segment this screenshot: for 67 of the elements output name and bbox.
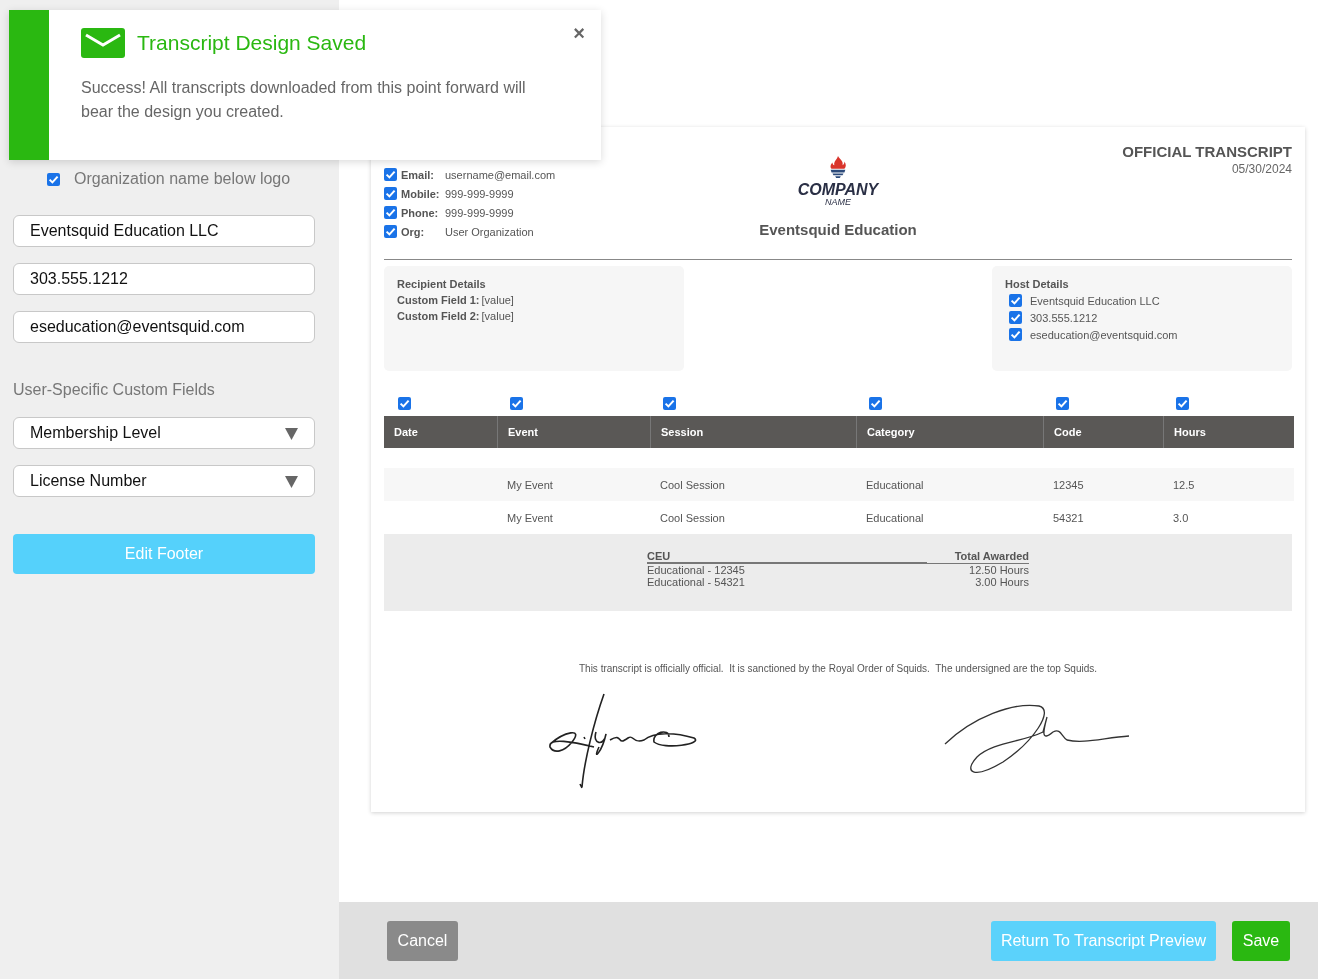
field-value: [value]: [481, 310, 514, 322]
field-label: Custom Field 1:: [397, 294, 480, 306]
checkbox[interactable]: [869, 397, 882, 410]
column-header: Category: [856, 416, 1043, 448]
checkbox[interactable]: [47, 172, 60, 186]
transcript-date: 05/30/2024: [1230, 162, 1292, 176]
table-cell: My Event: [497, 468, 650, 501]
organization-name: Eventsquid Education: [759, 221, 917, 238]
column-header: CEU: [647, 550, 927, 564]
field-label: Phone:: [401, 206, 440, 219]
caret-icon: [285, 474, 298, 488]
envelope-icon: [81, 28, 125, 58]
checkbox[interactable]: [1176, 397, 1189, 410]
column-header: Session: [650, 416, 856, 448]
checkbox[interactable]: [384, 187, 397, 200]
logo-subtext: NAME: [824, 198, 851, 207]
column-header: Date: [384, 416, 497, 448]
checkbox[interactable]: [384, 168, 397, 181]
column-header: Hours: [1163, 416, 1294, 448]
checkbox[interactable]: [1056, 397, 1069, 410]
caret-icon: [285, 426, 298, 440]
card-title: Recipient Details: [397, 278, 487, 290]
table-cell: 12345: [1043, 468, 1163, 501]
field-value: [value]: [481, 294, 514, 306]
checkbox[interactable]: [384, 225, 397, 238]
footer-text: This transcript is officially official. It is sanctioned by the Royal Order of Squids. The undersigned are the top Squids.: [577, 663, 1098, 674]
field-value: 999-999-9999: [445, 187, 514, 200]
checkbox[interactable]: [1009, 311, 1022, 324]
dropdown[interactable]: License Number: [13, 465, 315, 497]
toast-title: Transcript Design Saved: [137, 31, 367, 55]
section-label: User-Specific Custom Fields: [13, 381, 216, 399]
field-value: eseducation@eventsquid.com: [1030, 328, 1178, 341]
field-label: Custom Field 2:: [397, 310, 480, 322]
checkbox[interactable]: [510, 397, 523, 410]
table-cell-text: Educational - 12345: [647, 564, 746, 576]
checkbox-label: Organization name below logo: [74, 170, 291, 188]
table-cell-text: Educational - 54321: [647, 576, 746, 588]
column-header: Event: [497, 416, 650, 448]
checkbox[interactable]: [1009, 328, 1022, 341]
checkbox[interactable]: [384, 206, 397, 219]
checkbox[interactable]: [663, 397, 676, 410]
close-button[interactable]: ×: [569, 22, 589, 45]
table-cell-text: 3.00 Hours: [974, 576, 1029, 588]
checkbox[interactable]: [1009, 294, 1022, 307]
table-cell: 12.5: [1163, 468, 1294, 501]
table-cell: Cool Session: [650, 468, 856, 501]
card-title: Host Details: [1005, 278, 1070, 290]
field-value: User Organization: [445, 225, 534, 238]
table-cell-text: 12.50 Hours: [968, 564, 1029, 576]
field-label: Mobile:: [401, 187, 441, 200]
transcript-title: OFFICIAL TRANSCRIPT: [1121, 143, 1292, 160]
field-value: 303.555.1212: [1030, 311, 1098, 324]
table-cell: Educational: [856, 468, 1043, 501]
column-header: Code: [1043, 416, 1163, 448]
column-header: Total Awarded: [927, 550, 1029, 564]
text-field[interactable]: eseducation@eventsquid.com: [13, 311, 315, 343]
text-field[interactable]: Eventsquid Education LLC: [13, 215, 315, 247]
logo-text: COMPANY: [797, 182, 879, 198]
field-value: username@email.com: [445, 168, 556, 181]
text-field[interactable]: 303.555.1212: [13, 263, 315, 295]
dropdown[interactable]: Membership Level: [13, 417, 315, 449]
checkbox[interactable]: [398, 397, 411, 410]
field-value: Eventsquid Education LLC: [1030, 294, 1160, 307]
field-label: Org:: [401, 225, 426, 238]
toast-message: Success! All transcripts downloaded from this point forward will bear the design you created.: [81, 78, 527, 122]
field-value: 999-999-9999: [445, 206, 514, 219]
field-label: Email:: [401, 168, 435, 181]
